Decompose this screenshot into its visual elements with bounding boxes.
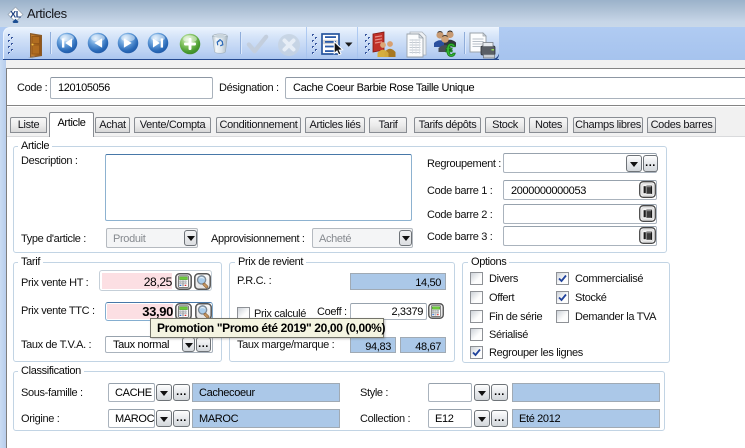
svg-text:XL: XL xyxy=(10,10,22,20)
svg-text:€: € xyxy=(446,41,456,59)
